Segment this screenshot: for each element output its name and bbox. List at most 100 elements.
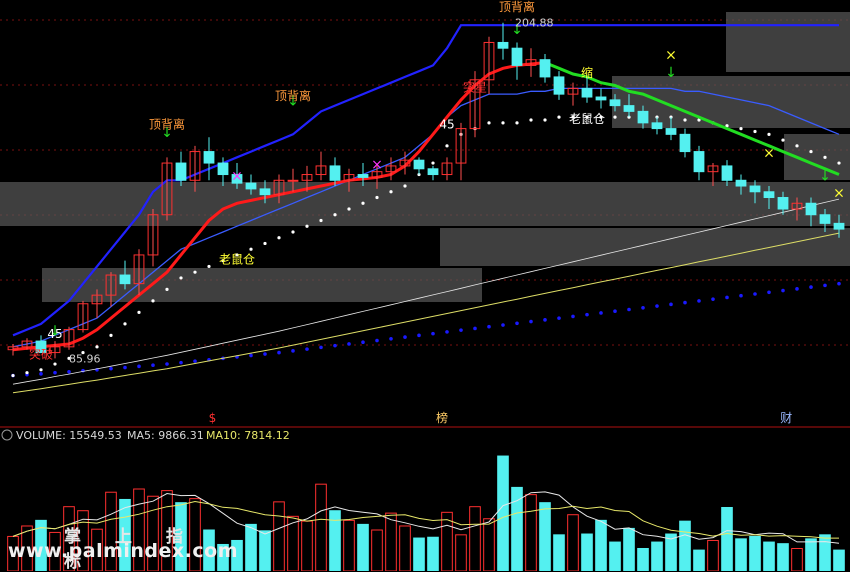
candle-body	[735, 179, 747, 187]
white-dot	[137, 310, 141, 314]
volume-bar	[581, 533, 593, 571]
volume-bar	[147, 495, 159, 571]
volume-bar	[357, 523, 369, 571]
support-dot	[347, 342, 351, 346]
volume-bar	[497, 455, 509, 571]
white-dot	[263, 241, 267, 246]
volume-bar	[679, 520, 691, 571]
volume-ma10-label: MA10: 7814.12	[206, 429, 290, 442]
support-dot	[137, 364, 141, 369]
candle-body	[721, 165, 733, 181]
white-dot	[333, 213, 337, 217]
annotation-label: 突破	[29, 346, 53, 361]
support-dot	[403, 335, 407, 339]
white-dot	[123, 322, 127, 326]
volume-bar	[301, 520, 313, 571]
candle-body	[763, 191, 775, 199]
white-dot	[347, 207, 351, 211]
volume-bar	[455, 534, 467, 571]
white-dot	[809, 149, 813, 154]
support-dot	[123, 365, 127, 370]
white-dot	[753, 129, 757, 134]
support-dot	[655, 304, 659, 308]
collapse-toggle-icon[interactable]	[1, 429, 13, 441]
white-dot	[193, 270, 197, 274]
candle-body	[357, 174, 369, 178]
support-dot	[375, 338, 379, 343]
candle-body	[553, 76, 565, 95]
volume-bar	[623, 527, 635, 571]
volume-bar	[567, 514, 579, 571]
zone-band	[726, 12, 850, 72]
candle-body	[637, 110, 649, 124]
candle-body	[175, 162, 187, 181]
candle-body	[217, 162, 229, 176]
volume-bar	[119, 498, 131, 571]
candle-body	[497, 41, 509, 49]
volume-bar	[245, 523, 257, 571]
white-dot	[361, 201, 365, 205]
volume-bar	[217, 543, 229, 571]
support-dot	[249, 353, 253, 358]
candle-body	[203, 151, 215, 164]
support-dot	[389, 336, 393, 341]
volume-bar	[203, 529, 215, 571]
volume-bar	[63, 506, 75, 571]
support-dot	[543, 318, 547, 322]
volume-label: VOLUME: 15549.53	[16, 429, 122, 442]
cross-marker-icon: ×	[231, 168, 243, 184]
support-dot	[431, 331, 435, 336]
support-dot	[53, 370, 57, 375]
support-dot	[319, 345, 323, 350]
volume-bar	[175, 502, 187, 571]
volume-bar	[189, 498, 201, 571]
annotation-label: 顶背离	[149, 117, 185, 132]
support-dot	[333, 343, 337, 348]
annotation-label: 老鼠仓	[569, 112, 605, 126]
white-dot	[557, 115, 561, 119]
white-dot	[25, 371, 29, 375]
white-dot	[403, 184, 407, 188]
support-dot	[67, 370, 71, 374]
volume-bar	[49, 531, 61, 571]
chart-canvas: ↓↓↓↓↓↓×××××204.8885.96顶背离顶背离顶背离老鼠仓老鼠仓突破突…	[0, 0, 850, 571]
white-dot	[319, 218, 323, 223]
candle-body	[679, 133, 691, 153]
candle-body	[581, 87, 593, 98]
white-dot	[767, 132, 771, 136]
volume-bar	[819, 534, 831, 571]
cross-marker-icon: ×	[371, 157, 383, 173]
support-dot	[599, 311, 603, 315]
support-dot	[291, 349, 295, 353]
white-dot	[781, 138, 785, 142]
candle-body	[623, 105, 635, 112]
volume-bar	[469, 506, 481, 571]
volume-bar	[595, 519, 607, 571]
white-dot	[823, 155, 827, 159]
white-dot	[249, 247, 253, 251]
support-dot	[753, 292, 757, 296]
support-dot	[501, 323, 505, 327]
white-dot	[431, 161, 435, 165]
volume-bar	[371, 529, 383, 571]
annotation-label: 突星	[463, 79, 487, 94]
volume-bar	[707, 539, 719, 571]
volume-bar	[399, 525, 411, 571]
candle-body	[819, 214, 831, 224]
cross-marker-icon: ×	[763, 145, 775, 161]
support-dot	[571, 314, 575, 319]
annotation-label: 45	[47, 327, 62, 341]
support-dot	[473, 326, 477, 331]
support-dot	[627, 307, 631, 312]
volume-bar	[413, 537, 425, 571]
white-dot	[277, 236, 281, 240]
volume-bar	[777, 543, 789, 571]
volume-bar	[525, 494, 537, 571]
volume-bar	[665, 533, 677, 571]
candle-body	[749, 185, 761, 193]
candle-body	[427, 168, 439, 176]
white-dot	[165, 287, 169, 291]
support-dot	[739, 293, 743, 298]
candle-body	[651, 122, 663, 130]
volume-bar	[553, 534, 565, 571]
